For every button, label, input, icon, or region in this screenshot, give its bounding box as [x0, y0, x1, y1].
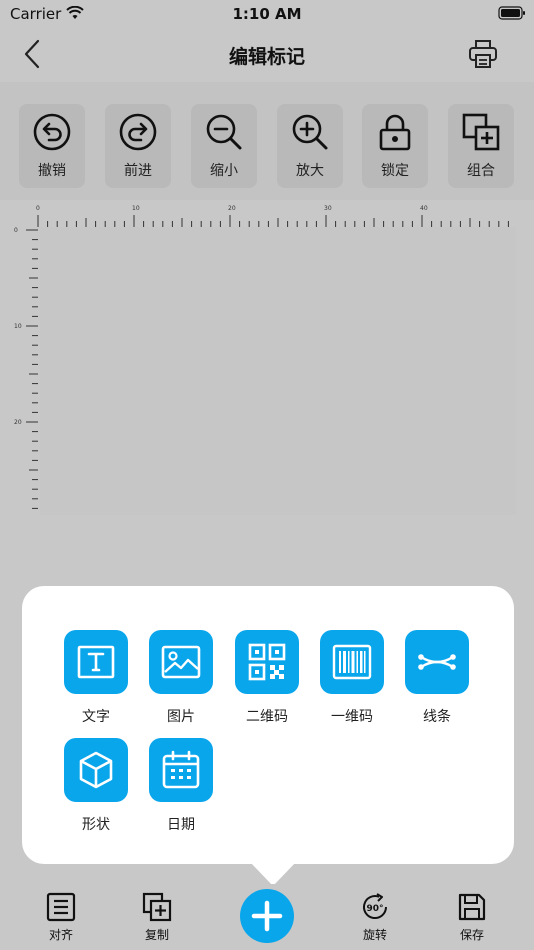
copy-label: 复制	[144, 928, 169, 942]
element-picker-popup: 文字 图片 二维码 一维码 线条 形状 日期	[22, 586, 514, 864]
add-image-button[interactable]: 图片	[149, 630, 215, 726]
barcode-icon	[332, 644, 372, 680]
ruler-x-label: 0	[36, 205, 40, 212]
copy-button[interactable]: 复制	[127, 892, 187, 943]
image-label: 图片	[167, 709, 195, 725]
group-button[interactable]: 组合	[448, 104, 514, 188]
ruler-y-label: 20	[14, 419, 22, 426]
plus-icon	[251, 900, 283, 932]
svg-text:90°: 90°	[366, 904, 383, 914]
rotate-label: 旋转	[362, 928, 387, 942]
add-shape-button[interactable]: 形状	[64, 738, 130, 834]
page-title: 编辑标记	[228, 46, 305, 68]
ruler-y-label: 10	[14, 323, 22, 330]
undo-icon	[33, 113, 71, 151]
undo-button[interactable]: 撤销	[19, 104, 85, 188]
zoom-out-button[interactable]: 缩小	[191, 104, 257, 188]
date-icon	[162, 750, 200, 789]
printer-icon[interactable]	[468, 39, 498, 69]
shape-label: 形状	[82, 817, 110, 833]
date-label: 日期	[167, 817, 195, 833]
align-label: 对齐	[48, 928, 73, 942]
zoom-out-label: 缩小	[210, 163, 238, 179]
barcode-label: 一维码	[331, 709, 373, 725]
redo-button[interactable]: 前进	[105, 104, 171, 188]
label-canvas[interactable]	[40, 227, 516, 515]
edit-toolbar: 撤销 前进 缩小 放大 锁定 组合	[0, 82, 534, 200]
text-label: 文字	[82, 709, 110, 725]
zoom-in-button[interactable]: 放大	[277, 104, 343, 188]
zoom-out-icon	[206, 114, 242, 150]
add-text-button[interactable]: 文字	[64, 630, 130, 726]
add-qr-code-button[interactable]: 二维码	[235, 630, 301, 726]
save-label: 保存	[459, 928, 484, 942]
align-icon	[46, 892, 76, 922]
zoom-in-label: 放大	[296, 163, 324, 179]
undo-label: 撤销	[38, 163, 66, 179]
ruler-x-label: 30	[324, 205, 332, 212]
redo-icon	[119, 113, 157, 151]
group-label: 组合	[467, 163, 495, 179]
status-time: 1:10 AM	[232, 5, 302, 23]
add-line-button[interactable]: 线条	[405, 630, 471, 726]
rotate-90-icon: 90°	[363, 893, 388, 919]
ruler-y-label: 0	[14, 227, 18, 234]
redo-label: 前进	[124, 163, 152, 179]
add-barcode-button[interactable]: 一维码	[320, 630, 386, 726]
add-date-button[interactable]: 日期	[149, 738, 215, 834]
lock-button[interactable]: 锁定	[362, 104, 428, 188]
status-bar: Carrier 1:10 AM	[0, 0, 534, 28]
ruler-x-label: 20	[228, 205, 236, 212]
save-button[interactable]: 保存	[442, 892, 502, 943]
align-button[interactable]: 对齐	[31, 892, 91, 943]
lock-icon	[379, 114, 411, 151]
zoom-in-icon	[292, 114, 328, 150]
image-icon	[161, 645, 201, 679]
qr-code-icon	[248, 643, 286, 681]
save-icon	[458, 893, 486, 921]
group-icon	[462, 113, 500, 151]
nav-bar: 编辑标记	[0, 28, 534, 82]
rotate-button[interactable]: 90° 旋转	[345, 892, 405, 943]
line-label: 线条	[423, 709, 451, 725]
shape-icon	[79, 751, 113, 789]
copy-icon	[142, 892, 172, 922]
qr-code-label: 二维码	[246, 709, 288, 725]
add-element-button[interactable]	[240, 889, 294, 943]
text-icon	[77, 645, 115, 679]
lock-label: 锁定	[381, 163, 409, 179]
ruler-x-label: 10	[132, 205, 140, 212]
ruler-x-label: 40	[420, 205, 428, 212]
line-icon	[418, 654, 456, 670]
battery-icon	[498, 6, 525, 20]
canvas-area: 0 10 20 30 40 0 10 20	[0, 200, 534, 590]
